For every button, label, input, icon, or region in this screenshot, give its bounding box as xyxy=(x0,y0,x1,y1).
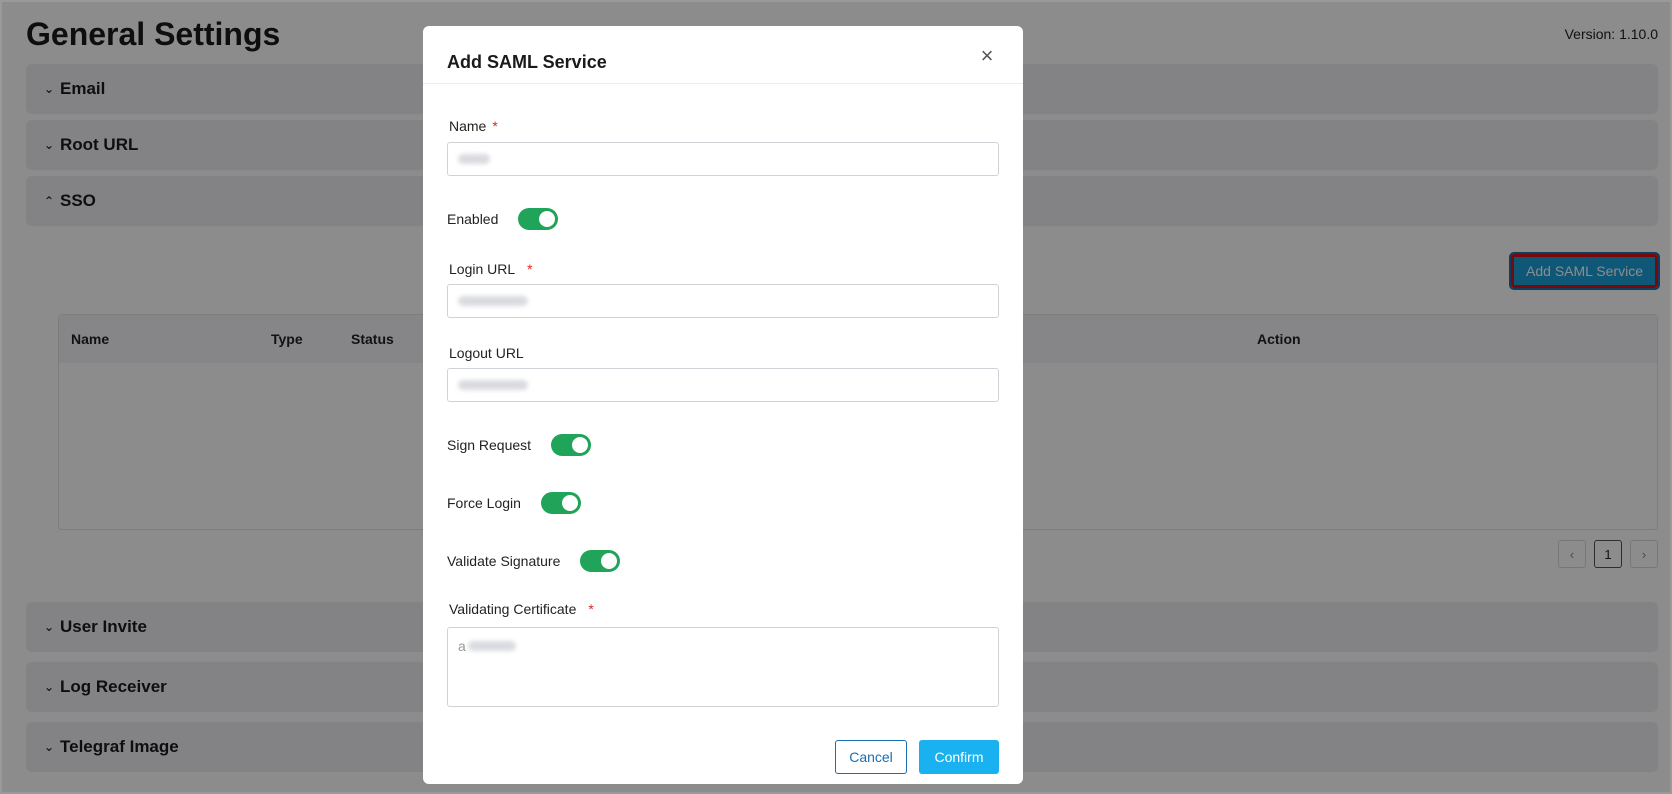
validate-signature-label: Validate Signature xyxy=(447,553,561,569)
force-login-toggle[interactable] xyxy=(540,492,581,514)
validating-certificate-textarea[interactable]: a xyxy=(447,627,999,707)
redacted-value xyxy=(458,296,528,306)
login-url-label: Login URL * xyxy=(449,261,533,277)
validate-signature-row: Validate Signature xyxy=(447,550,621,572)
redacted-value xyxy=(458,154,490,164)
add-saml-service-modal: Add SAML Service × Name * Enabled Login U… xyxy=(423,26,1023,784)
sign-request-toggle[interactable] xyxy=(551,434,592,456)
enabled-label: Enabled xyxy=(447,211,499,227)
validate-signature-toggle[interactable] xyxy=(580,550,621,572)
enabled-row: Enabled xyxy=(447,208,559,230)
logout-url-label: Logout URL xyxy=(449,345,524,361)
redacted-value xyxy=(467,641,516,651)
enabled-toggle[interactable] xyxy=(518,208,559,230)
redacted-value xyxy=(458,380,528,390)
validating-certificate-label: Validating Certificate * xyxy=(449,601,594,617)
required-mark: * xyxy=(527,261,533,277)
close-icon[interactable]: × xyxy=(977,45,997,67)
screen-frame: General Settings Version: 1.10.0 ⌄ Email… xyxy=(0,0,1672,794)
name-label: Name * xyxy=(449,118,498,134)
sign-request-row: Sign Request xyxy=(447,434,592,456)
name-input[interactable] xyxy=(447,142,999,176)
force-login-row: Force Login xyxy=(447,492,581,514)
login-url-input[interactable] xyxy=(447,284,999,318)
modal-header: Add SAML Service × xyxy=(423,26,1023,84)
logout-url-input[interactable] xyxy=(447,368,999,402)
modal-title: Add SAML Service xyxy=(447,52,607,72)
force-login-label: Force Login xyxy=(447,495,521,511)
sign-request-label: Sign Request xyxy=(447,437,532,453)
confirm-button[interactable]: Confirm xyxy=(919,740,999,774)
cert-prefix: a xyxy=(458,638,466,654)
cancel-button[interactable]: Cancel xyxy=(835,740,907,774)
required-mark: * xyxy=(588,601,594,617)
required-mark: * xyxy=(492,118,498,134)
